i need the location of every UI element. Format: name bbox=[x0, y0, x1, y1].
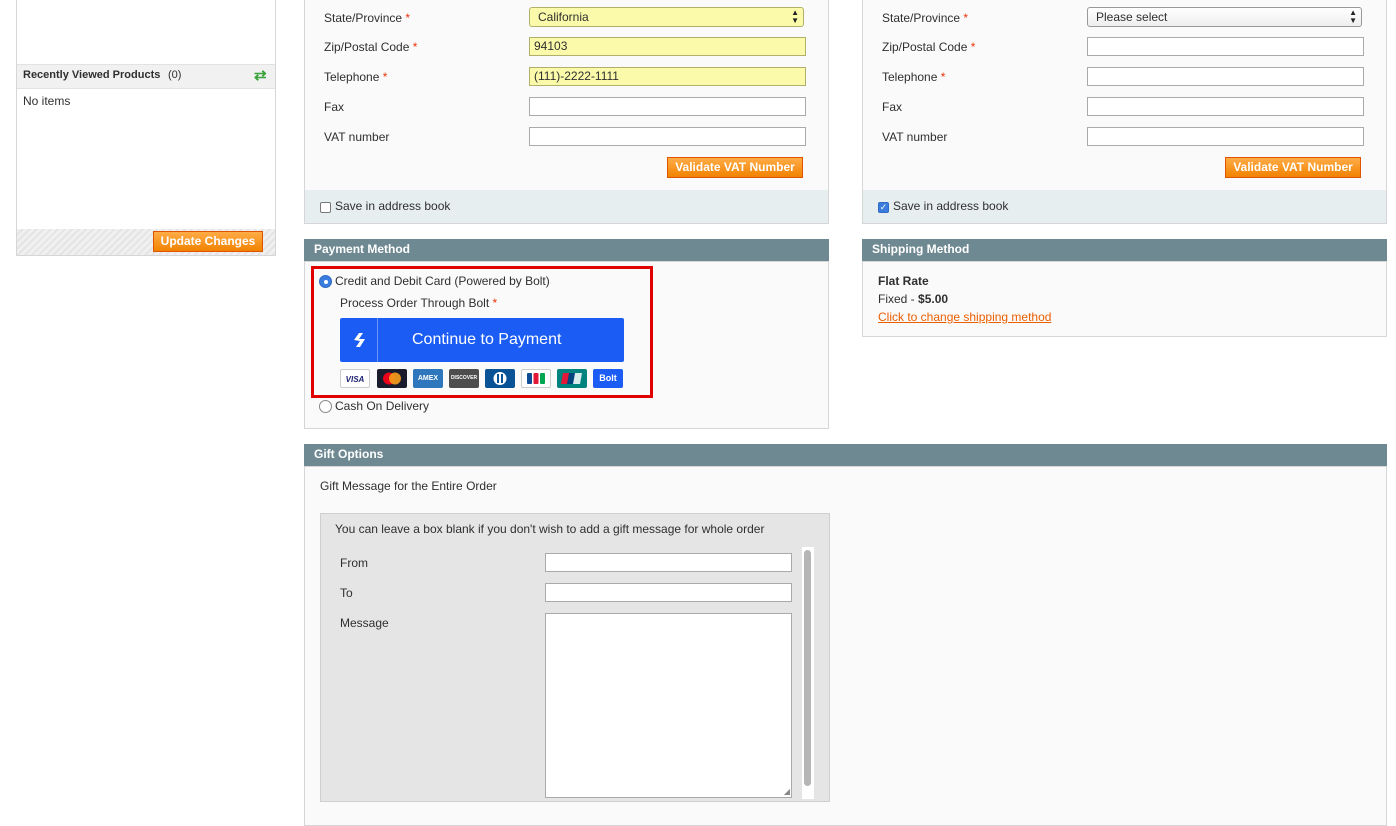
continue-to-payment-label: Continue to Payment bbox=[412, 331, 562, 348]
gift-from-input[interactable] bbox=[545, 553, 792, 572]
payment-cod-label: Cash On Delivery bbox=[335, 399, 430, 413]
billing-save-label: Save in address book bbox=[335, 199, 451, 213]
visa-card-icon: VISA bbox=[340, 369, 370, 388]
sidebar-box bbox=[16, 0, 276, 256]
bolt-logo-icon bbox=[340, 318, 378, 362]
shipping-method-header: Shipping Method bbox=[862, 239, 1387, 261]
shipping-state-select[interactable]: Please select ▲ ▼ bbox=[1087, 7, 1362, 27]
select-arrows-icon: ▲ ▼ bbox=[791, 8, 799, 25]
gift-from-label: From bbox=[340, 556, 368, 570]
discover-card-icon: DISCOVER bbox=[449, 369, 479, 388]
gift-options-header: Gift Options bbox=[304, 444, 1387, 466]
gift-message-note: You can leave a box blank if you don't w… bbox=[335, 522, 765, 536]
shipping-telephone-input[interactable] bbox=[1087, 67, 1364, 86]
billing-telephone-label: Telephone * bbox=[324, 70, 388, 84]
gift-to-label: To bbox=[340, 586, 353, 600]
shipping-fax-label: Fax bbox=[882, 100, 903, 114]
payment-bolt-label: Credit and Debit Card (Powered by Bolt) bbox=[335, 274, 550, 288]
amex-card-icon: AMEX bbox=[413, 369, 443, 388]
billing-zip-label: Zip/Postal Code * bbox=[324, 40, 418, 54]
billing-save-checkbox[interactable] bbox=[320, 202, 331, 213]
refresh-icon[interactable]: ⇄ bbox=[254, 66, 267, 84]
shipping-save-checkbox[interactable]: ✓ bbox=[878, 202, 889, 213]
payment-bolt-radio[interactable] bbox=[319, 275, 332, 288]
billing-fax-input[interactable] bbox=[529, 97, 806, 116]
shipping-vat-input[interactable] bbox=[1087, 127, 1364, 146]
resize-handle-icon[interactable]: ◢ bbox=[784, 788, 790, 796]
bolt-card-icon: Bolt bbox=[593, 369, 623, 388]
payment-cod-radio[interactable] bbox=[319, 400, 332, 413]
flat-rate-price: Fixed - $5.00 bbox=[878, 292, 949, 306]
shipping-state-label: State/Province * bbox=[882, 11, 969, 25]
flat-rate-title: Flat Rate bbox=[878, 274, 929, 288]
shipping-vat-label: VAT number bbox=[882, 130, 948, 144]
diners-card-icon bbox=[485, 369, 515, 388]
recently-viewed-count: (0) bbox=[168, 69, 182, 81]
billing-telephone-input[interactable]: (111)-2222-1111 bbox=[529, 67, 806, 86]
billing-state-select[interactable]: California ▲ ▼ bbox=[529, 7, 804, 27]
billing-state-label: State/Province * bbox=[324, 11, 411, 25]
billing-fax-label: Fax bbox=[324, 100, 345, 114]
shipping-telephone-label: Telephone * bbox=[882, 70, 946, 84]
gift-message-label: Message bbox=[340, 616, 389, 630]
continue-to-payment-button[interactable]: Continue to Payment bbox=[340, 318, 624, 362]
shipping-zip-label: Zip/Postal Code * bbox=[882, 40, 976, 54]
select-arrows-icon: ▲ ▼ bbox=[1349, 8, 1357, 25]
billing-validate-vat-button[interactable]: Validate VAT Number bbox=[667, 157, 803, 178]
change-shipping-method-link[interactable]: Click to change shipping method bbox=[878, 310, 1051, 324]
gift-scrollbar-track[interactable] bbox=[802, 547, 814, 799]
mastercard-icon bbox=[377, 369, 407, 388]
shipping-zip-input[interactable] bbox=[1087, 37, 1364, 56]
unionpay-card-icon bbox=[557, 369, 587, 388]
recently-viewed-header: Recently Viewed Products (0) ⇄ bbox=[17, 64, 275, 89]
gift-to-input[interactable] bbox=[545, 583, 792, 602]
no-items-text: No items bbox=[23, 94, 71, 108]
recently-viewed-title: Recently Viewed Products bbox=[23, 69, 161, 81]
billing-zip-input[interactable]: 94103 bbox=[529, 37, 806, 56]
shipping-validate-vat-button[interactable]: Validate VAT Number bbox=[1225, 157, 1361, 178]
billing-vat-label: VAT number bbox=[324, 130, 390, 144]
gift-scrollbar-thumb[interactable] bbox=[804, 550, 811, 786]
shipping-fax-input[interactable] bbox=[1087, 97, 1364, 116]
update-changes-button[interactable]: Update Changes bbox=[153, 231, 263, 252]
jcb-card-icon bbox=[521, 369, 551, 388]
shipping-save-label: Save in address book bbox=[893, 199, 1009, 213]
gift-message-textarea[interactable]: ◢ bbox=[545, 613, 792, 798]
process-order-label: Process Order Through Bolt * bbox=[340, 296, 498, 310]
gift-options-subtitle: Gift Message for the Entire Order bbox=[320, 479, 497, 493]
payment-method-header: Payment Method bbox=[304, 239, 829, 261]
billing-vat-input[interactable] bbox=[529, 127, 806, 146]
